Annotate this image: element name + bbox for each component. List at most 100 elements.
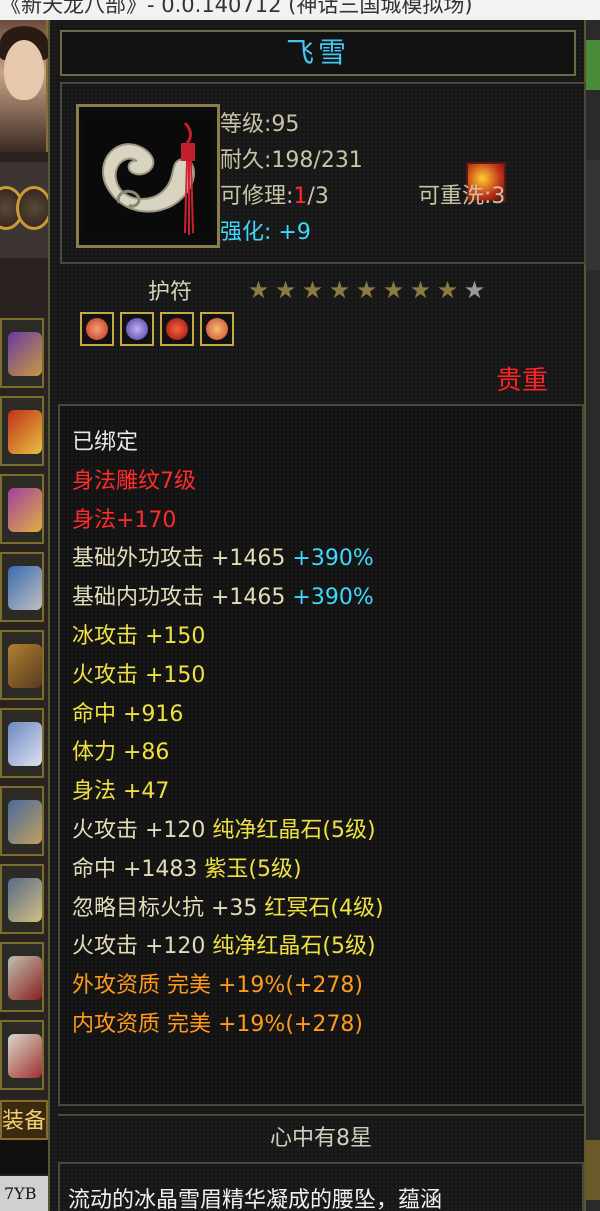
equip-item-icon (8, 332, 42, 376)
star-icon: ★ (247, 276, 270, 304)
durability-stat: 耐久:198/231 (220, 148, 363, 173)
attribute-row: 命中 +916 (72, 696, 384, 735)
gem-socket[interactable] (120, 312, 154, 346)
attribute-text: 身法雕纹7级 (72, 468, 196, 494)
equip-slot[interactable] (0, 786, 44, 856)
item-description: 流动的冰晶雪眉精华凝成的腰坠，蕴涵 (68, 1188, 443, 1211)
equip-slot[interactable] (0, 552, 44, 622)
equip-slot[interactable] (0, 474, 44, 544)
attribute-row: 身法 +47 (72, 773, 384, 812)
attribute-value: 纯净红晶石(5级) (212, 817, 376, 843)
attribute-text: 身法 +47 (72, 779, 170, 805)
gem-socket[interactable] (200, 312, 234, 346)
star-icon: ★ (301, 276, 324, 304)
repair-stat: 可修理:1/3 (220, 178, 329, 210)
attribute-value: +390% (292, 585, 374, 611)
equip-slot[interactable] (0, 708, 44, 778)
red-orange-gem-icon (86, 318, 108, 340)
star-icon: ★ (382, 276, 405, 304)
attribute-text: 火攻击 +120 (72, 817, 213, 843)
description-box: 流动的冰晶雪眉精华凝成的腰坠，蕴涵 (58, 1162, 584, 1211)
equip-item-icon (8, 800, 42, 844)
equip-item-icon (8, 410, 42, 454)
equip-item-icon (8, 566, 42, 610)
attribute-row: 忽略目标火抗 +35 红冥石(4级) (72, 890, 384, 929)
window-title-strip: 《新天龙八部》- 0.0.140712 (神话三国城模拟场) (0, 0, 600, 20)
equip-slot[interactable] (0, 942, 44, 1012)
item-info-box: 等级:95 耐久:198/231 可修理:1/3 可重洗:3 强化: +9 (60, 82, 586, 264)
star-rating: ★ ★ ★ ★ ★ ★ ★ ★ ★ (246, 278, 487, 302)
gem-sockets (80, 312, 234, 346)
attribute-row: 外攻资质 完美 +19%(+278) (72, 967, 384, 1006)
star-icon: ★ (328, 276, 351, 304)
gem-socket[interactable] (160, 312, 194, 346)
equip-slot[interactable] (0, 1020, 44, 1090)
rewash-stat: 可重洗:3 (418, 184, 506, 209)
equipment-tabs (0, 162, 52, 258)
attribute-text: 已绑定 (72, 430, 139, 455)
attribute-text: 外攻资质 完美 +19%(+278) (72, 973, 363, 999)
attribute-row: 身法雕纹7级 (72, 463, 384, 502)
repair-used: 1 (293, 184, 308, 209)
attribute-row: 冰攻击 +150 (72, 618, 384, 657)
attribute-text: 内攻资质 完美 +19%(+278) (72, 1011, 363, 1037)
tab-icon[interactable] (16, 186, 52, 230)
attribute-text: 火攻击 +120 (72, 934, 213, 960)
attribute-text: 体力 +86 (72, 740, 170, 766)
purple-gem-icon (126, 318, 148, 340)
repair-max: /3 (307, 184, 329, 209)
set-title: 心中有8星 (58, 1114, 584, 1162)
sidebar-code: 7YB (0, 1176, 48, 1211)
star-icon: ★ (436, 276, 459, 304)
right-edge (586, 20, 600, 1211)
equip-item-icon (8, 1034, 42, 1078)
item-grade: 贵重 (496, 366, 549, 396)
attribute-row: 命中 +1483 紫玉(5级) (72, 851, 384, 890)
attribute-value: 紫玉(5级) (204, 856, 302, 882)
attribute-row: 体力 +86 (72, 734, 384, 773)
attribute-text: 基础外功攻击 +1465 (72, 546, 293, 572)
character-portrait[interactable] (0, 20, 48, 152)
jade-pendant-icon (85, 113, 211, 239)
enhance-value: +9 (278, 220, 311, 245)
equip-item-icon (8, 722, 42, 766)
equip-slot[interactable] (0, 630, 44, 700)
attribute-text: 火攻击 +150 (72, 662, 206, 688)
portrait-face (4, 40, 44, 100)
star-icon: ★ (409, 276, 432, 304)
item-tooltip: 飞雪 等级:95 耐久:198/231 可修理:1/3 可重洗:3 强化: +9 (48, 20, 586, 1211)
item-name: 飞雪 (285, 36, 350, 69)
attribute-text: 基础内功攻击 +1465 (72, 585, 293, 611)
equip-slot[interactable] (0, 396, 44, 466)
enhance-stat: 强化: +9 (220, 214, 311, 246)
gem-socket[interactable] (80, 312, 114, 346)
right-edge-deco (586, 40, 600, 90)
attribute-text: 冰攻击 +150 (72, 623, 206, 649)
attribute-value: +390% (292, 546, 374, 572)
attribute-text: 命中 +1483 (72, 856, 205, 882)
equip-slot[interactable] (0, 864, 44, 934)
attribute-list: 已绑定 身法雕纹7级 身法+170 基础外功攻击 +1465 +390% 基础内功攻击 … (72, 424, 384, 1045)
equip-label[interactable]: 装备 (0, 1100, 48, 1140)
attribute-row: 火攻击 +150 (72, 657, 384, 696)
attribute-row: 火攻击 +120 纯净红晶石(5级) (72, 812, 384, 851)
item-icon-frame (76, 104, 220, 248)
attributes-box: 已绑定 身法雕纹7级 身法+170 基础外功攻击 +1465 +390% 基础内功攻击 … (58, 404, 584, 1106)
right-edge-deco (586, 160, 600, 270)
attribute-row: 内攻资质 完美 +19%(+278) (72, 1006, 384, 1045)
equip-item-icon (8, 878, 42, 922)
attribute-text: 身法+170 (72, 507, 177, 533)
star-icon: ★ (463, 276, 486, 304)
equip-slot[interactable] (0, 318, 44, 388)
star-icon: ★ (355, 276, 378, 304)
attribute-row: 基础内功攻击 +1465 +390% (72, 579, 384, 618)
item-title-bar: 飞雪 (60, 30, 576, 76)
repair-label: 可修理: (220, 184, 294, 209)
attribute-row: 已绑定 (72, 424, 384, 463)
attribute-value: 纯净红晶石(5级) (212, 934, 376, 960)
equip-item-icon (8, 488, 42, 532)
window-title: 《新天龙八部》- 0.0.140712 (神话三国城模拟场) (0, 0, 473, 17)
attribute-text: 忽略目标火抗 +35 (72, 895, 265, 921)
level-stat: 等级:95 (220, 112, 300, 137)
attribute-row: 基础外功攻击 +1465 +390% (72, 540, 384, 579)
